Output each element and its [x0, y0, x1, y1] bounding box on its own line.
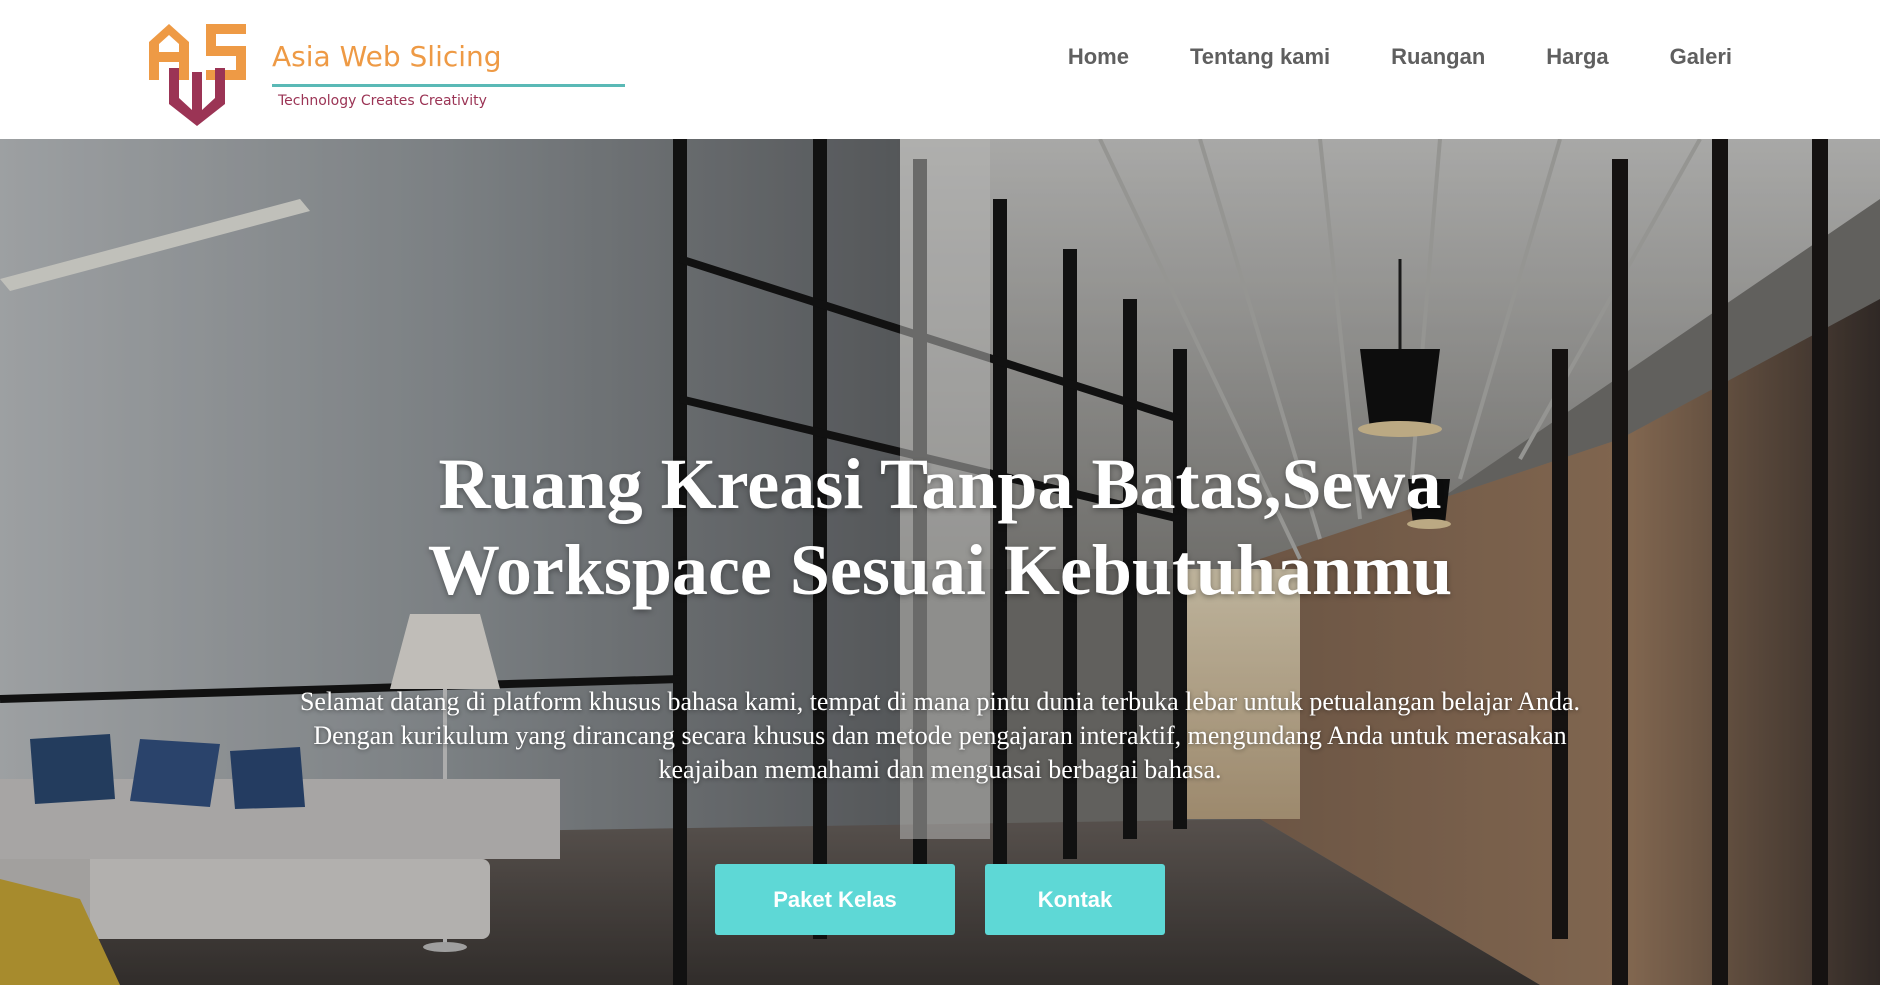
nav-home[interactable]: Home [1068, 40, 1129, 74]
nav-harga[interactable]: Harga [1546, 40, 1608, 74]
brand-tagline: Technology Creates Creativity [278, 93, 487, 109]
aws-logo-icon [149, 24, 246, 126]
main-nav: Home Tentang kami Ruangan Harga Galeri [1068, 40, 1732, 74]
nav-galeri[interactable]: Galeri [1670, 40, 1732, 74]
brand-name: Asia Web Slicing [272, 40, 502, 73]
hero-title: Ruang Kreasi Tanpa Batas,Sewa Workspace … [427, 444, 1453, 610]
nav-ruangan[interactable]: Ruangan [1391, 40, 1485, 74]
brand-divider [272, 84, 625, 87]
paket-kelas-button[interactable]: Paket Kelas [715, 864, 955, 935]
nav-tentang-kami[interactable]: Tentang kami [1190, 40, 1330, 74]
kontak-button[interactable]: Kontak [985, 864, 1165, 935]
brand-logo[interactable]: Asia Web Slicing Technology Creates Crea… [145, 18, 635, 128]
site-header: Asia Web Slicing Technology Creates Crea… [0, 0, 1880, 139]
hero-description: Selamat datang di platform khusus bahasa… [299, 687, 1581, 784]
hero-section: Ruang Kreasi Tanpa Batas,Sewa Workspace … [0, 139, 1880, 985]
